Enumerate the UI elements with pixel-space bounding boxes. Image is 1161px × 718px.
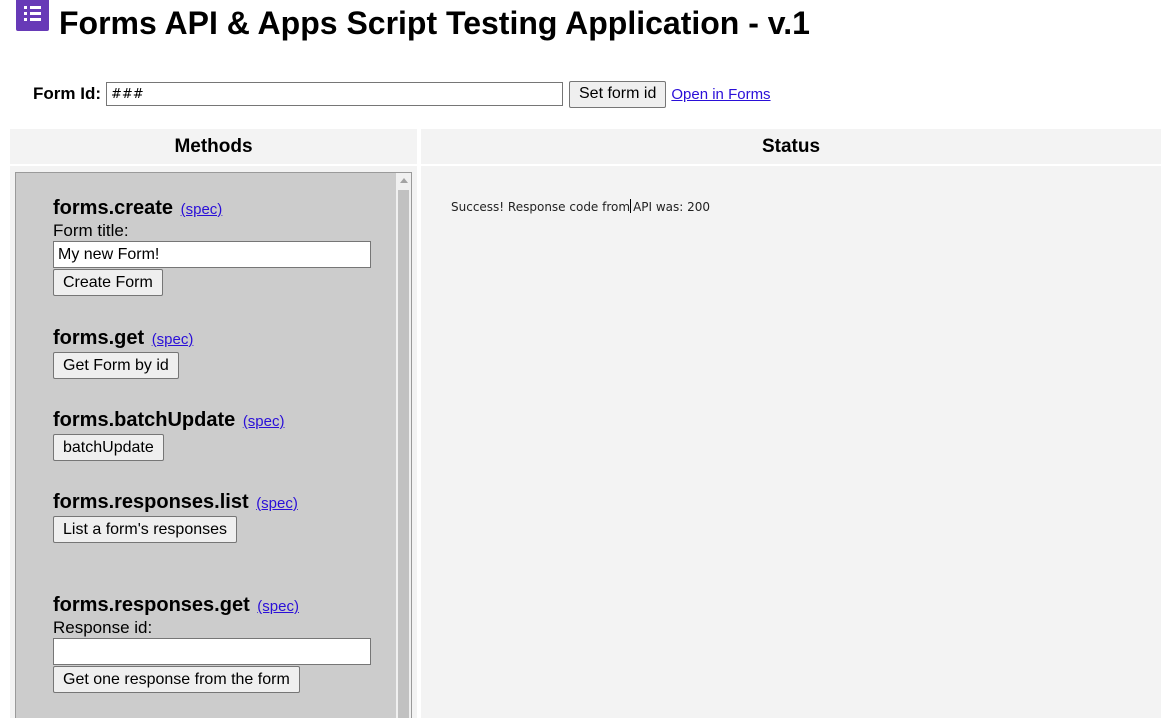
response-id-input[interactable]	[53, 638, 371, 665]
spec-link[interactable]: (spec)	[243, 413, 285, 430]
app-header: Forms API & Apps Script Testing Applicat…	[16, 0, 810, 44]
form-id-row: Form Id: Set form id Open in Forms	[33, 80, 771, 108]
spec-link[interactable]: (spec)	[256, 495, 298, 512]
status-message: Success! Response code from API was: 200	[451, 199, 710, 214]
method-forms-create: forms.create (spec) Form title: Create F…	[53, 197, 371, 296]
method-forms-responses-list: forms.responses.list (spec) List a form'…	[53, 491, 298, 543]
method-name: forms.batchUpdate	[53, 409, 236, 431]
status-message-end: API was: 200	[633, 200, 711, 214]
form-id-input[interactable]	[106, 82, 563, 106]
spec-link[interactable]: (spec)	[257, 598, 299, 615]
method-forms-batch-update: forms.batchUpdate (spec) batchUpdate	[53, 409, 285, 461]
forms-list-icon	[16, 0, 49, 31]
methods-scrollbar[interactable]	[396, 173, 411, 718]
method-forms-responses-get: forms.responses.get (spec) Response id: …	[53, 594, 371, 693]
status-column	[421, 166, 1161, 718]
set-form-id-button[interactable]: Set form id	[569, 80, 667, 108]
method-name: forms.responses.list	[53, 491, 249, 513]
form-title-input[interactable]	[53, 241, 371, 268]
text-cursor	[630, 199, 632, 213]
methods-panel[interactable]: forms.create (spec) Form title: Create F…	[15, 172, 412, 718]
method-name: forms.responses.get	[53, 594, 250, 616]
page-title: Forms API & Apps Script Testing Applicat…	[59, 5, 810, 41]
scroll-up-arrow-icon[interactable]	[400, 178, 408, 183]
open-in-forms-link[interactable]: Open in Forms	[671, 86, 770, 103]
scroll-thumb[interactable]	[398, 190, 409, 718]
method-name: forms.get	[53, 327, 145, 349]
status-heading: Status	[421, 129, 1161, 164]
create-form-button[interactable]: Create Form	[53, 269, 163, 296]
methods-heading: Methods	[10, 129, 417, 164]
form-id-label: Form Id:	[33, 84, 101, 103]
status-message-start: Success! Response code from	[451, 200, 631, 214]
get-response-button[interactable]: Get one response from the form	[53, 666, 300, 693]
get-form-button[interactable]: Get Form by id	[53, 352, 179, 379]
method-forms-get: forms.get (spec) Get Form by id	[53, 327, 193, 379]
spec-link[interactable]: (spec)	[181, 201, 223, 218]
form-title-label: Form title:	[53, 221, 129, 240]
spec-link[interactable]: (spec)	[152, 331, 194, 348]
response-id-label: Response id:	[53, 618, 153, 637]
batch-update-button[interactable]: batchUpdate	[53, 434, 164, 461]
method-name: forms.create	[53, 197, 174, 219]
list-responses-button[interactable]: List a form's responses	[53, 516, 238, 543]
